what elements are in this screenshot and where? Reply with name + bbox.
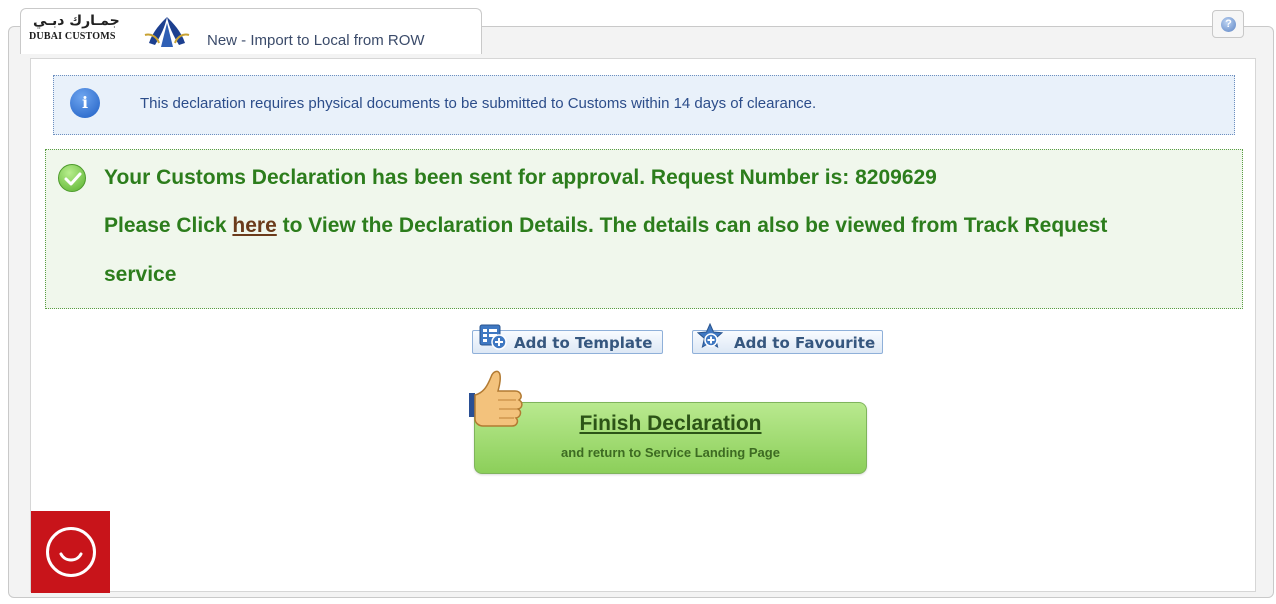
view-details-suffix: to View the Declaration Details. The det… [276,214,1108,237]
info-icon: i [70,88,100,118]
smiley-icon [46,527,96,577]
add-to-template-button[interactable]: Add to Template [472,324,663,354]
view-details-link[interactable]: here [232,214,276,237]
thumbs-up-icon [469,370,523,427]
success-message: Your Customs Declaration has been sent f… [104,166,937,189]
add-to-favourite-label: Add to Favourite [734,334,876,352]
logo-english-text: DUBAI CUSTOMS [29,31,116,42]
dubai-customs-emblem-icon [144,17,190,47]
tab-title: New - Import to Local from ROW [207,32,425,49]
service-tab: جمـارك دبـي DUBAI CUSTOMS New - Import t… [20,8,482,54]
add-to-favourite-button[interactable]: Add to Favourite [692,323,883,354]
view-details-message: Please Click here to View the Declaratio… [104,214,1107,238]
finish-declaration-button[interactable]: Finish Declaration and return to Service… [474,402,867,474]
info-banner-text: This declaration requires physical docum… [140,95,817,112]
check-icon [58,164,86,192]
finish-declaration-title: Finish Declaration [579,412,762,435]
favourite-star-icon [697,323,724,349]
view-details-prefix: Please Click [104,214,233,237]
info-banner: i This declaration requires physical doc… [53,75,1235,135]
help-icon: ? [1221,17,1236,32]
template-add-icon [479,324,507,350]
logo-arabic-text: جمـارك دبـي [33,13,120,29]
finish-declaration-subtitle: and return to Service Landing Page [561,445,780,460]
help-button[interactable]: ? [1212,10,1244,38]
main-content: i This declaration requires physical doc… [30,58,1256,593]
success-banner: Your Customs Declaration has been sent f… [45,149,1243,309]
add-to-template-label: Add to Template [514,334,653,352]
view-details-message-cont: service [104,263,177,286]
chat-widget-button[interactable] [31,511,110,593]
